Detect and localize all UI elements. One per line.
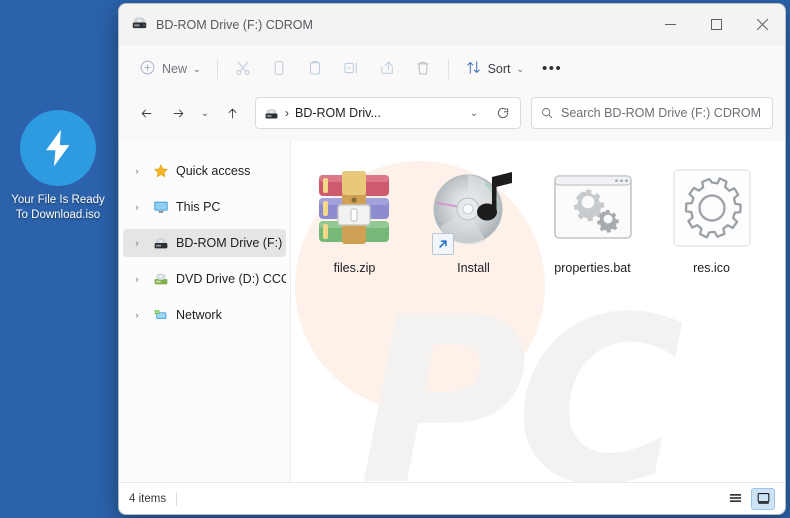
maximize-button[interactable] [693, 4, 739, 45]
new-button-label: New [162, 62, 188, 76]
navigation-pane: › Quick access › This PC › BD-ROM Drive … [119, 141, 291, 482]
expand-chevron-icon[interactable]: › [129, 274, 145, 284]
refresh-button[interactable] [490, 98, 516, 128]
sort-button[interactable]: Sort ⌄ [457, 53, 532, 85]
desktop-file-label: Your File Is Ready To Download.iso [11, 194, 105, 221]
expand-chevron-icon[interactable]: › [129, 166, 145, 176]
status-bar: 4 items [119, 482, 785, 514]
toolbar-divider-2 [447, 59, 449, 79]
sidebar-item-network[interactable]: › Network [123, 301, 286, 329]
shortcut-arrow-icon [431, 233, 454, 255]
breadcrumb-dropdown-button[interactable]: ⌄ [464, 98, 484, 128]
expand-chevron-icon[interactable]: › [129, 238, 145, 248]
file-item-res-ico[interactable]: res.ico [652, 155, 771, 283]
chevron-down-icon: ⌄ [193, 63, 201, 74]
view-buttons [723, 487, 775, 510]
file-item-properties-bat[interactable]: properties.bat [533, 155, 652, 283]
dvd-drive-icon [152, 271, 169, 288]
cut-button[interactable] [226, 53, 260, 85]
titlebar-left: BD-ROM Drive (F:) CDROM [119, 14, 647, 36]
chevron-down-icon: ⌄ [200, 107, 210, 119]
item-count-label: 4 items [129, 492, 167, 505]
share-icon [378, 59, 396, 80]
breadcrumb-text: BD-ROM Driv... [295, 106, 381, 120]
paste-icon [306, 59, 324, 80]
window-body: › Quick access › This PC › BD-ROM Drive … [119, 141, 785, 482]
breadcrumb-separator: › [285, 106, 289, 120]
rename-button[interactable] [334, 53, 368, 85]
sidebar-item-label: Quick access [176, 164, 251, 178]
search-box[interactable] [531, 97, 773, 129]
file-item-label: res.ico [693, 261, 730, 275]
details-view-button[interactable] [723, 488, 747, 510]
cd-music-icon [426, 161, 522, 257]
sidebar-item-bd-rom-drive[interactable]: › BD-ROM Drive (F:) C [123, 229, 286, 257]
monitor-icon [152, 199, 169, 216]
breadcrumb[interactable]: › BD-ROM Driv... ⌄ [255, 97, 521, 129]
command-bar: New ⌄ Sort ⌄ ••• [119, 45, 785, 93]
explorer-window: BD-ROM Drive (F:) CDROM New ⌄ Sort ⌄ •••… [118, 3, 786, 515]
copy-icon [270, 59, 288, 80]
window-titlebar[interactable]: BD-ROM Drive (F:) CDROM [119, 4, 785, 45]
sidebar-item-dvd-drive[interactable]: › DVD Drive (D:) CCCC [123, 265, 287, 293]
file-item-files-zip[interactable]: files.zip [295, 155, 414, 283]
paste-button[interactable] [298, 53, 332, 85]
batch-icon [545, 161, 641, 257]
file-item-label: Install [457, 261, 490, 275]
share-button[interactable] [370, 53, 404, 85]
file-item-install[interactable]: Install [414, 155, 533, 283]
network-icon [152, 307, 169, 324]
more-options-button[interactable]: ••• [534, 53, 570, 85]
scissors-icon [234, 59, 252, 80]
cd-drive-icon [264, 106, 279, 121]
sidebar-item-label: Network [176, 308, 222, 322]
delete-button[interactable] [406, 53, 440, 85]
chevron-down-icon: ⌄ [516, 63, 525, 74]
lightning-bolt-icon [20, 110, 96, 186]
star-icon [152, 163, 169, 180]
up-button[interactable] [217, 98, 247, 128]
sort-button-label: Sort [487, 62, 511, 76]
address-bar: ⌄ › BD-ROM Driv... ⌄ [119, 93, 785, 141]
file-item-label: properties.bat [554, 261, 631, 275]
chevron-down-icon: ⌄ [469, 107, 479, 119]
plus-circle-icon [139, 59, 156, 79]
copy-button[interactable] [262, 53, 296, 85]
file-list-pane[interactable]: PC risk.com [291, 141, 785, 482]
window-title: BD-ROM Drive (F:) CDROM [156, 17, 313, 32]
search-input[interactable] [561, 106, 764, 120]
desktop-file-icon[interactable]: Your File Is Ready To Download.iso [8, 110, 108, 223]
toolbar-divider-1 [216, 59, 218, 79]
forward-button[interactable] [163, 98, 193, 128]
sidebar-item-label: DVD Drive (D:) CCCC [176, 272, 286, 286]
new-button[interactable]: New ⌄ [131, 53, 209, 85]
close-button[interactable] [739, 4, 785, 45]
back-button[interactable] [131, 98, 161, 128]
sidebar-item-quick-access[interactable]: › Quick access [123, 157, 286, 185]
sidebar-item-label: BD-ROM Drive (F:) C [176, 236, 286, 250]
gear-outline-icon [664, 161, 760, 257]
expand-chevron-icon[interactable]: › [129, 310, 145, 320]
cd-drive-icon [131, 14, 148, 36]
search-icon [540, 106, 554, 120]
file-grid: files.zip Install properties.bat res.ico [291, 141, 785, 283]
rename-icon [342, 59, 360, 80]
archive-icon [307, 161, 403, 257]
ellipsis-icon: ••• [542, 60, 563, 77]
expand-chevron-icon[interactable]: › [129, 202, 145, 212]
cd-drive-icon [152, 235, 169, 252]
minimize-button[interactable] [647, 4, 693, 45]
trash-icon [414, 59, 432, 80]
file-item-label: files.zip [333, 261, 376, 275]
sort-arrows-icon [465, 59, 482, 79]
sidebar-item-this-pc[interactable]: › This PC [123, 193, 286, 221]
recent-locations-button[interactable]: ⌄ [195, 98, 215, 128]
large-icons-view-button[interactable] [751, 487, 775, 510]
sidebar-item-label: This PC [176, 200, 221, 214]
status-divider [176, 491, 178, 506]
